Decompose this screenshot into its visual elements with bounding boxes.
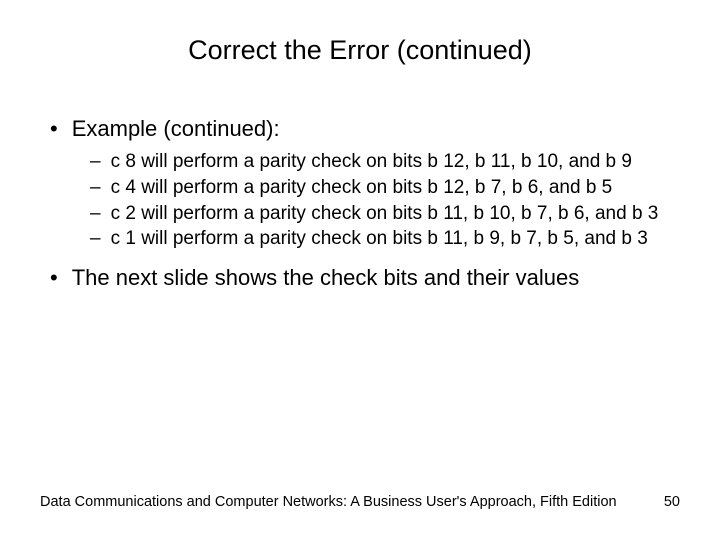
main-bullet-list: Example (continued):	[40, 116, 680, 142]
main-bullet-list: The next slide shows the check bits and …	[40, 265, 680, 291]
sub-text: c 2 will perform a parity check on bits …	[111, 202, 659, 226]
sub-bullet-list: c 8 will perform a parity check on bits …	[40, 150, 680, 251]
bullet-item: The next slide shows the check bits and …	[50, 265, 680, 291]
sub-item: c 8 will perform a parity check on bits …	[90, 150, 680, 174]
slide-footer: Data Communications and Computer Network…	[40, 494, 680, 510]
bullet-text: Example (continued):	[72, 116, 280, 142]
sub-item: c 2 will perform a parity check on bits …	[90, 202, 680, 226]
sub-item: c 1 will perform a parity check on bits …	[90, 227, 680, 251]
bullet-text: The next slide shows the check bits and …	[72, 265, 580, 291]
page-number: 50	[664, 494, 680, 510]
bullet-item: Example (continued):	[50, 116, 680, 142]
sub-text: c 8 will perform a parity check on bits …	[111, 150, 632, 174]
sub-text: c 4 will perform a parity check on bits …	[111, 176, 613, 200]
sub-item: c 4 will perform a parity check on bits …	[90, 176, 680, 200]
slide-title: Correct the Error (continued)	[40, 35, 680, 66]
sub-text: c 1 will perform a parity check on bits …	[111, 227, 648, 251]
footer-text: Data Communications and Computer Network…	[40, 494, 617, 510]
